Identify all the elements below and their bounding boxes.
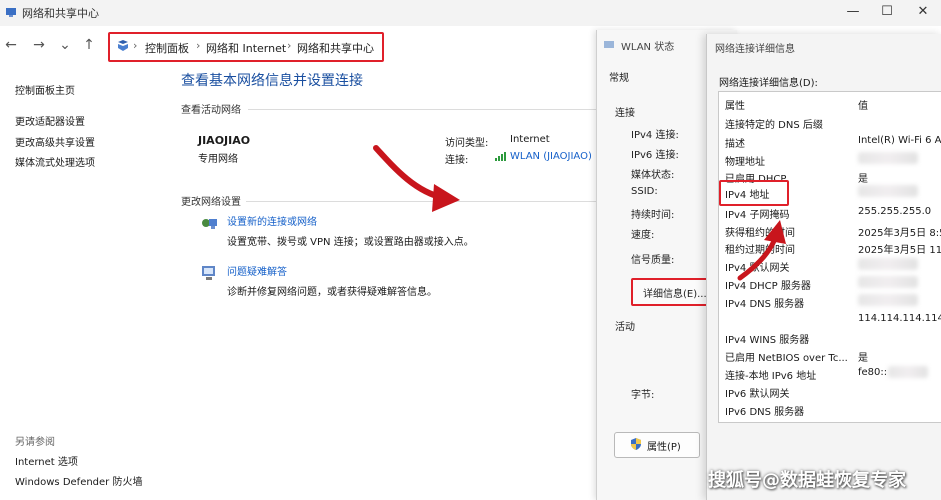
details-list-label: 网络连接详细信息(D): [719,78,818,89]
breadcrumb-network-internet[interactable]: 网络和 Internet [206,40,286,56]
shield-icon [629,437,643,451]
properties-button-label: 属性(P) [647,442,681,453]
troubleshoot-desc: 诊断并修复网络问题，或者获得疑难解答信息。 [227,287,437,298]
redacted-value [858,185,918,197]
list-item: 连接特定的 DNS 后缀 [725,120,823,131]
sidebar-item-adapter-settings[interactable]: 更改适配器设置 [15,113,85,128]
sidebar-link-defender-firewall[interactable]: Windows Defender 防火墙 [15,473,142,488]
list-item-value: 114.114.114.114 [858,313,941,324]
wlan-connection-section: 连接 [615,108,635,119]
annotation-arrow [737,220,786,281]
wlan-connection-link[interactable]: WLAN (JIAOJIAO) [510,151,592,162]
breadcrumb-separator: › [287,39,292,52]
see-also-heading: 另请参阅 [15,437,55,448]
activity-section: 活动 [615,322,635,333]
media-state-label: 媒体状态: [631,170,675,181]
redacted-value [858,258,918,270]
sidebar-link-internet-options[interactable]: Internet 选项 [15,453,78,468]
speed-label: 速度: [631,230,655,241]
list-item-value: Intel(R) Wi-Fi 6 A [858,135,941,146]
control-panel-icon [116,39,130,53]
list-item: IPv6 默认网关 [725,389,790,400]
sidebar-item-advanced-sharing[interactable]: 更改高级共享设置 [15,134,95,149]
access-type-value: Internet [510,134,550,145]
list-item: 描述 [725,139,745,150]
breadcrumb-control-panel[interactable]: 控制面板 [145,40,189,56]
sidebar-item-media-streaming[interactable]: 媒体流式处理选项 [15,154,95,169]
watermark: 搜狐号@数据蛙恢复专家 [708,470,906,491]
network-category: 专用网络 [198,154,238,165]
redacted-value [858,152,918,164]
ipv6-connectivity-label: IPv6 连接: [631,150,679,161]
list-item-ipv4-address: IPv4 地址 [725,190,770,201]
breadcrumb-sharing-center[interactable]: 网络和共享中心 [297,40,374,56]
page-title: 查看基本网络信息并设置连接 [181,73,363,89]
recent-locations-chevron-icon[interactable]: ⌄ [56,36,74,54]
wlan-status-icon [603,38,615,50]
list-item-value: 是 [858,353,868,364]
list-item-value: 2025年3月5日 8:5 [858,228,941,239]
annotation-arrow [373,145,460,212]
close-button[interactable]: ✕ [908,2,938,22]
bytes-label: 字节: [631,390,655,401]
back-arrow-icon[interactable]: ← [2,36,20,54]
sidebar-item-control-panel-home[interactable]: 控制面板主页 [15,82,75,97]
column-header-value[interactable]: 值 [858,97,868,112]
breadcrumb-separator: › [196,39,201,52]
column-header-property[interactable]: 属性 [725,97,745,112]
active-networks-heading: 查看活动网络 [181,105,241,116]
list-item-value: 255.255.255.0 [858,206,932,217]
tab-general[interactable]: 常规 [609,69,629,84]
list-item: IPv6 DNS 服务器 [725,407,805,418]
wifi-signal-icon [494,150,508,162]
redacted-value [858,276,918,288]
troubleshoot-link[interactable]: 问题疑难解答 [227,263,287,278]
properties-button[interactable]: 属性(P) [614,432,700,458]
new-connection-icon [200,214,218,232]
wlan-dialog-title: WLAN 状态 [621,42,675,53]
troubleshoot-icon [200,264,218,282]
list-item: 已启用 NetBIOS over Tc... [725,353,848,364]
setup-new-connection-link[interactable]: 设置新的连接或网络 [227,213,317,228]
redacted-value [888,366,928,378]
breadcrumb-separator: › [133,39,138,52]
window-title: 网络和共享中心 [22,7,99,20]
details-button-label: 详细信息(E)... [643,289,707,300]
maximize-button[interactable]: ☐ [872,2,902,22]
details-button[interactable]: 详细信息(E)... [631,278,712,306]
redacted-value [858,294,918,306]
duration-label: 持续时间: [631,210,675,221]
list-item: IPv4 WINS 服务器 [725,335,810,346]
forward-arrow-icon[interactable]: → [30,36,48,54]
details-dialog-title: 网络连接详细信息 [715,44,795,55]
network-app-icon [5,6,17,18]
list-item-value: fe80:: [858,367,888,378]
address-breadcrumb[interactable]: › 控制面板 › 网络和 Internet › 网络和共享中心 [108,32,384,62]
list-item-value: 是 [858,174,868,185]
change-settings-heading: 更改网络设置 [181,197,241,208]
list-item-value: 2025年3月5日 11 [858,245,941,256]
list-item: 连接-本地 IPv6 地址 [725,371,817,382]
list-item: IPv4 DNS 服务器 [725,299,805,310]
ipv4-connectivity-label: IPv4 连接: [631,130,679,141]
signal-quality-label: 信号质量: [631,255,675,266]
network-name: JIAOJIAO [198,134,251,147]
up-arrow-icon[interactable]: ↑ [80,36,98,54]
minimize-button[interactable]: — [838,2,868,22]
list-item: 物理地址 [725,157,765,168]
setup-new-connection-desc: 设置宽带、拨号或 VPN 连接；或设置路由器或接入点。 [227,237,474,248]
divider [248,109,596,110]
title-bar: 网络和共享中心 — ☐ ✕ [0,0,941,26]
ssid-label: SSID: [631,186,658,197]
